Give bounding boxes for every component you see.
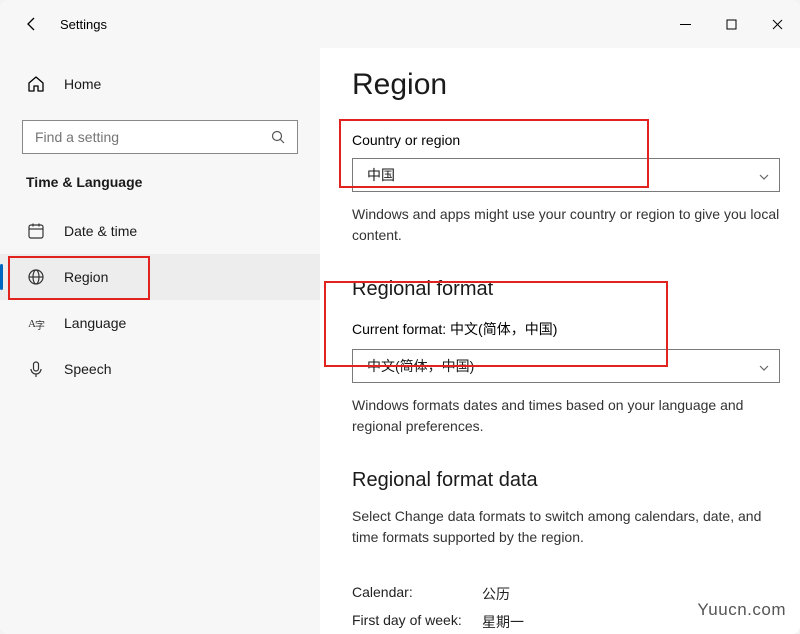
app-title: Settings — [60, 17, 107, 32]
format-key: First day of week: — [352, 612, 482, 632]
country-value: 中国 — [367, 165, 395, 185]
sidebar-item-label: Region — [64, 269, 108, 285]
format-value: 星期一 — [482, 612, 524, 632]
country-dropdown[interactable]: 中国 — [352, 158, 780, 192]
format-key: Calendar: — [352, 584, 482, 604]
current-format-label: Current format: 中文(简体，中国) — [352, 319, 780, 339]
sidebar-item-label: Date & time — [64, 223, 137, 239]
home-icon — [26, 74, 46, 94]
sidebar-item-region[interactable]: Region — [0, 254, 320, 300]
chevron-down-icon — [759, 358, 769, 374]
minimize-button[interactable] — [662, 9, 708, 39]
format-value: 公历 — [482, 584, 510, 604]
watermark: Yuucn.com — [697, 600, 786, 620]
regional-format-helper: Windows formats dates and times based on… — [352, 395, 780, 437]
close-button[interactable] — [754, 9, 800, 39]
regional-format-dropdown[interactable]: 中文(简体，中国) — [352, 349, 780, 383]
globe-icon — [26, 267, 46, 287]
format-data-heading: Regional format data — [352, 469, 780, 492]
page-title: Region — [352, 68, 780, 102]
format-data-helper: Select Change data formats to switch amo… — [352, 506, 780, 548]
sidebar-item-language[interactable]: A字 Language — [0, 300, 320, 346]
search-input-wrap[interactable] — [22, 120, 298, 154]
svg-text:字: 字 — [35, 319, 45, 332]
search-icon — [271, 130, 285, 144]
sidebar-item-speech[interactable]: Speech — [0, 346, 320, 392]
regional-format-heading: Regional format — [352, 278, 780, 301]
sidebar-item-date-time[interactable]: Date & time — [0, 208, 320, 254]
sidebar-item-label: Language — [64, 315, 126, 331]
sidebar-item-label: Speech — [64, 361, 111, 377]
main-content: Region Country or region 中国 Windows and … — [320, 48, 800, 634]
country-helper: Windows and apps might use your country … — [352, 204, 780, 246]
sidebar-home[interactable]: Home — [0, 60, 320, 108]
search-input[interactable] — [35, 129, 271, 145]
sidebar: Home Time & Language Date & time — [0, 48, 320, 634]
sidebar-home-label: Home — [64, 76, 101, 92]
country-label: Country or region — [352, 132, 780, 148]
back-button[interactable] — [20, 12, 44, 36]
language-icon: A字 — [26, 313, 46, 333]
microphone-icon — [26, 359, 46, 379]
maximize-button[interactable] — [708, 9, 754, 39]
regional-format-value: 中文(简体，中国) — [367, 356, 474, 376]
sidebar-category: Time & Language — [0, 174, 320, 208]
clock-icon — [26, 221, 46, 241]
chevron-down-icon — [759, 167, 769, 183]
